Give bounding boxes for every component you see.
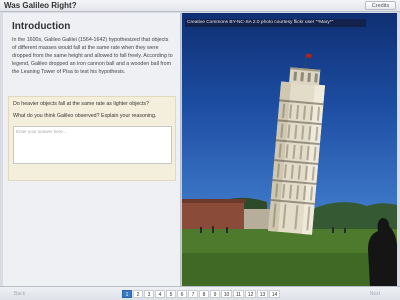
question-text-2: What do you think Galileo observed? Expl… [13,113,157,119]
title-bar: Was Galileo Right? Credits [0,0,400,12]
page-button[interactable]: 2 [133,290,143,298]
page-selector: 1 2 3 4 5 6 7 8 9 10 11 12 13 14 [122,290,280,298]
footer-nav: Back 1 2 3 4 5 6 7 8 9 10 11 12 13 14 Ne… [0,286,400,300]
page-button[interactable]: 10 [221,290,232,298]
page-title: Was Galileo Right? [4,1,77,10]
next-button[interactable]: Next [370,290,380,298]
tower-photo: Creative Commons BY-NC-SA 2.0 photo cour… [182,13,397,286]
content-area: Introduction In the 1600s, Galileo Galil… [3,13,397,286]
back-button[interactable]: Back [14,290,25,298]
page-button[interactable]: 9 [210,290,220,298]
question-text-1: Do heavier objects fall at the same rate… [13,101,150,107]
page-button[interactable]: 13 [257,290,268,298]
page-button[interactable]: 14 [269,290,280,298]
page-button[interactable]: 12 [245,290,256,298]
page-button[interactable]: 5 [166,290,176,298]
credits-button[interactable]: Credits [365,1,396,10]
leaning-tower-image [182,53,397,286]
page-button[interactable]: 8 [199,290,209,298]
answer-input[interactable] [13,126,172,164]
page-button[interactable]: 11 [233,290,244,298]
page-button[interactable]: 7 [188,290,198,298]
page-button[interactable]: 6 [177,290,187,298]
section-heading: Introduction [12,21,71,32]
question-box: Do heavier objects fall at the same rate… [8,96,176,181]
text-panel: Introduction In the 1600s, Galileo Galil… [3,13,181,286]
page-button[interactable]: 1 [122,290,132,298]
photo-credit-caption: Creative Commons BY-NC-SA 2.0 photo cour… [185,19,366,27]
page-button[interactable]: 4 [155,290,165,298]
intro-text: In the 1600s, Galileo Galilei (1564-1642… [12,37,173,76]
page-button[interactable]: 3 [144,290,154,298]
